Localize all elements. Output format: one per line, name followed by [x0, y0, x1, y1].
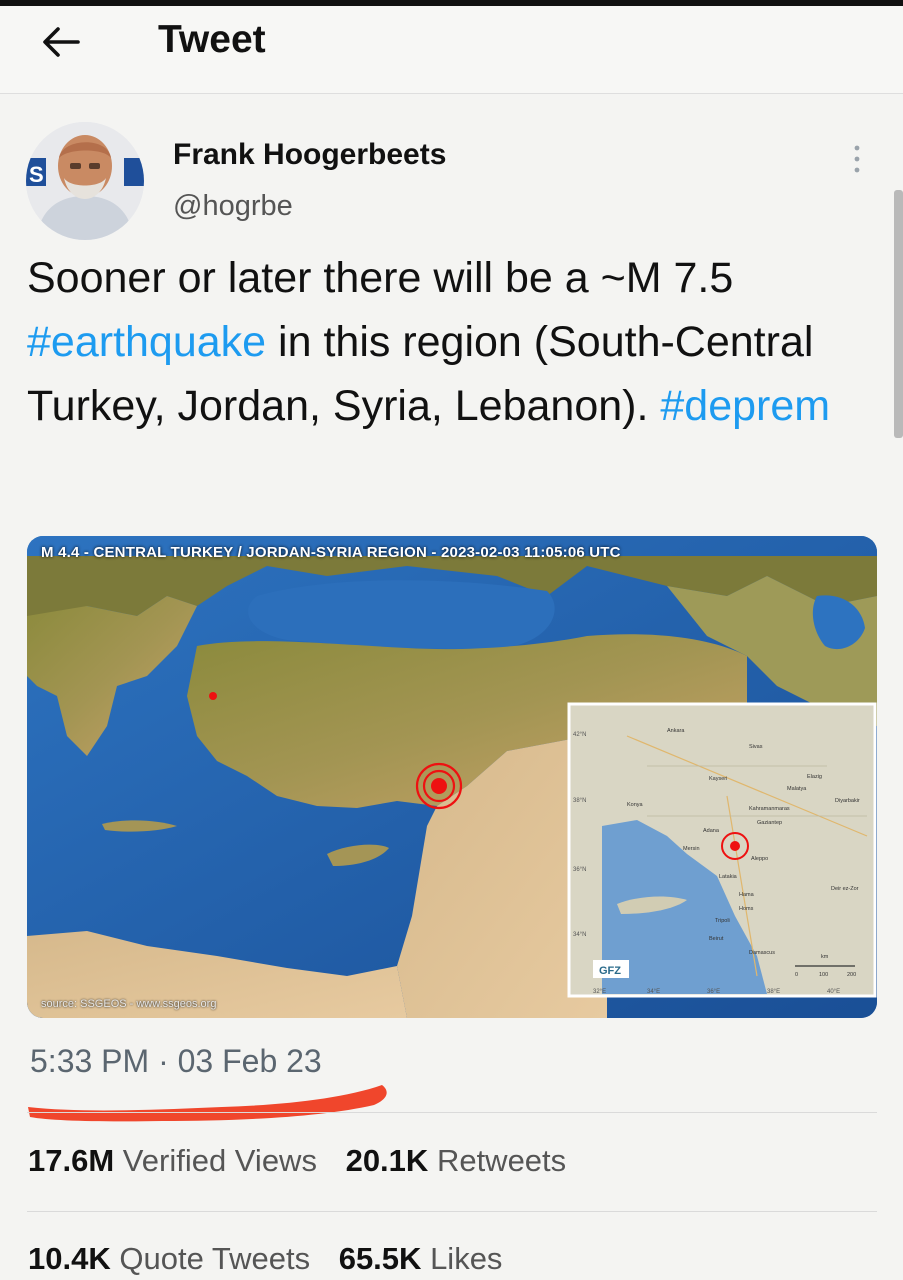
inset-place-label: Kayseri [709, 776, 727, 782]
inset-lat-label: 36°N [573, 867, 586, 873]
author-handle[interactable]: @hogrbe [173, 190, 293, 223]
inset-place-label: Deir ez-Zor [831, 886, 859, 892]
inset-place-label: Malatya [787, 786, 807, 792]
tweet-text-part: Sooner or later there will be a ~M 7.5 [27, 254, 734, 302]
views-count: 17.6M [28, 1143, 115, 1178]
earthquake-map-image: GFZ 42°N 38°N 36°N 34°N 32°E 34°E 36°E 3… [27, 536, 877, 1018]
hashtag-link[interactable]: #deprem [660, 382, 830, 430]
inset-scale-label: 0 [795, 972, 798, 978]
arrow-left-icon[interactable] [38, 20, 82, 64]
inset-place-label: Aleppo [751, 856, 768, 862]
retweets-count: 20.1K [345, 1143, 429, 1178]
inset-place-label: Diyarbakir [835, 798, 860, 804]
inset-place-label: Ankara [667, 728, 685, 734]
inset-lat-label: 38°N [573, 798, 586, 804]
inset-place-label: Mersin [683, 846, 700, 852]
quote-tweets-stat[interactable]: 10.4K Quote Tweets [28, 1241, 310, 1277]
inset-place-label: Latakia [719, 874, 738, 880]
author-name[interactable]: Frank Hoogerbeets [173, 138, 446, 172]
top-bar: Tweet [0, 0, 903, 94]
hashtag-link[interactable]: #earthquake [27, 318, 266, 366]
inset-place-label: Gaziantep [757, 820, 782, 826]
tweet-text: Sooner or later there will be a ~M 7.5 #… [27, 246, 877, 438]
page-title: Tweet [158, 18, 266, 61]
inset-place-label: Elazig [807, 774, 822, 780]
views-label: Verified Views [122, 1143, 317, 1178]
stats-row: 17.6M Verified Views 20.1K Retweets [28, 1143, 586, 1179]
inset-place-label: Kahramanmaras [749, 806, 790, 812]
gfz-logo-text: GFZ [599, 965, 621, 977]
inset-place-label: Beirut [709, 936, 724, 942]
inset-lon-label: 36°E [707, 989, 720, 995]
inset-lon-label: 32°E [593, 989, 606, 995]
stats-row: 10.4K Quote Tweets 65.5K Likes [28, 1241, 522, 1277]
likes-label: Likes [430, 1241, 503, 1276]
scrollbar[interactable] [894, 190, 903, 438]
more-vertical-icon[interactable] [846, 142, 868, 176]
inset-place-label: Hama [739, 892, 755, 898]
annotation-underline [22, 1077, 394, 1127]
inset-place-label: Konya [627, 802, 644, 808]
retweets-label: Retweets [436, 1143, 567, 1178]
quotes-count: 10.4K [28, 1241, 111, 1276]
divider [27, 1211, 877, 1212]
inset-place-label: Adana [703, 828, 720, 834]
inset-lat-label: 42°N [573, 732, 586, 738]
avatar[interactable]: S [26, 122, 144, 240]
inset-lat-label: 34°N [573, 932, 586, 938]
inset-place-label: Tripoli [715, 918, 730, 924]
map-caption: M 4.4 - CENTRAL TURKEY / JORDAN-SYRIA RE… [41, 544, 621, 561]
inset-scale-label: 200 [847, 972, 856, 978]
likes-count: 65.5K [338, 1241, 422, 1276]
quotes-label: Quote Tweets [119, 1241, 311, 1276]
inset-place-label: Homs [739, 906, 754, 912]
inset-place-label: Damascus [749, 950, 775, 956]
tweet-timestamp[interactable]: 5:33 PM · 03 Feb 23 [30, 1043, 322, 1080]
inset-lon-label: 38°E [767, 989, 780, 995]
divider [27, 1112, 877, 1113]
inset-place-label: Sivas [749, 744, 763, 750]
svg-text:S: S [29, 162, 44, 187]
retweets-stat[interactable]: 20.1K Retweets [346, 1143, 567, 1179]
tweet-media-map[interactable]: GFZ 42°N 38°N 36°N 34°N 32°E 34°E 36°E 3… [27, 536, 877, 1018]
inset-lon-label: 34°E [647, 989, 660, 995]
inset-lon-label: 40°E [827, 989, 840, 995]
likes-stat[interactable]: 65.5K Likes [339, 1241, 503, 1277]
inset-scale-label: km [821, 954, 829, 960]
inset-scale-label: 100 [819, 972, 828, 978]
map-source: source: SSGEOS - www.ssgeos.org [41, 998, 217, 1010]
views-stat[interactable]: 17.6M Verified Views [28, 1143, 317, 1179]
